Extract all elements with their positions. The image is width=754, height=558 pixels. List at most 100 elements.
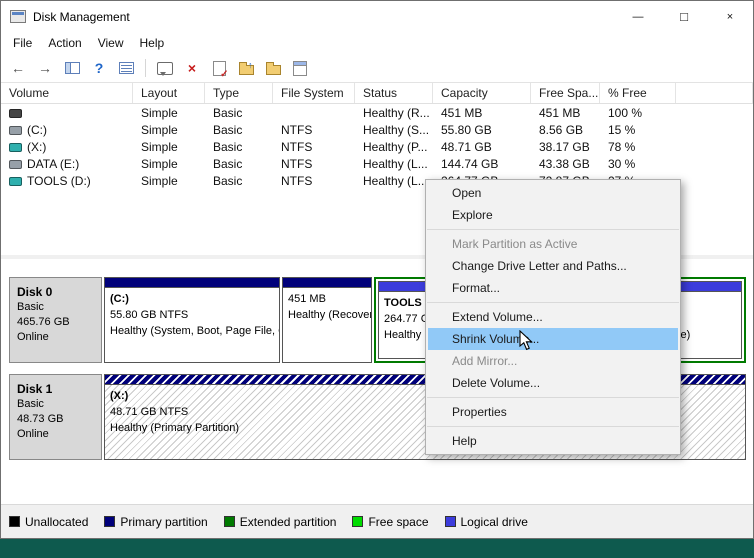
disk-name: Disk 1 xyxy=(17,382,94,397)
back-button[interactable]: ← xyxy=(6,56,30,80)
column-header-filler xyxy=(676,83,753,103)
toolbar: ← →? × xyxy=(1,54,753,83)
menu-action[interactable]: Action xyxy=(40,33,89,53)
context-menu-item-mark-partition-as-active[interactable]: Mark Partition as Active xyxy=(426,233,680,255)
disk-info-line: Basic xyxy=(17,397,94,412)
cell-capacity: 451 MB xyxy=(433,106,531,120)
column-header-capacity[interactable]: Capacity xyxy=(433,83,531,103)
menu-bar: FileActionViewHelp xyxy=(1,32,753,54)
context-menu-item-shrink-volume[interactable]: Shrink Volume... xyxy=(428,328,678,350)
context-menu-item-delete-volume[interactable]: Delete Volume... xyxy=(426,372,680,394)
volume-list-header: VolumeLayoutTypeFile SystemStatusCapacit… xyxy=(1,83,753,104)
help-button[interactable]: ? xyxy=(87,56,111,80)
context-menu-item-help[interactable]: Help xyxy=(426,430,680,452)
column-header-file-system[interactable]: File System xyxy=(273,83,355,103)
open-folder-button[interactable] xyxy=(234,56,258,80)
cell-capacity: 55.80 GB xyxy=(433,123,531,137)
context-menu-item-extend-volume[interactable]: Extend Volume... xyxy=(426,306,680,328)
disk-1-header[interactable]: Disk 1Basic48.73 GBOnline xyxy=(9,374,102,460)
column-header-status[interactable]: Status xyxy=(355,83,433,103)
maximize-button[interactable]: □ xyxy=(661,1,707,32)
volume-row-x[interactable]: (X:)SimpleBasicNTFSHealthy (P...48.71 GB… xyxy=(1,138,753,155)
explore-button[interactable] xyxy=(261,56,285,80)
fields-icon xyxy=(293,61,307,76)
legend-swatch xyxy=(9,516,20,527)
context-menu: OpenExplore Mark Partition as ActiveChang… xyxy=(425,179,681,455)
menu-separator xyxy=(427,426,679,427)
column-header-free[interactable]: % Free xyxy=(600,83,676,103)
cell-status: Healthy (L... xyxy=(355,174,433,188)
caption-buttons: — □ × xyxy=(615,1,753,32)
column-header-volume[interactable]: Volume xyxy=(1,83,133,103)
column-header-free-spa[interactable]: Free Spa... xyxy=(531,83,600,103)
cell-status: Healthy (P... xyxy=(355,140,433,154)
volume-icon xyxy=(9,177,22,186)
partition-text-line: (C:) xyxy=(110,291,274,307)
cell-free_space: 43.38 GB xyxy=(531,157,600,171)
volume-row-c[interactable]: (C:)SimpleBasicNTFSHealthy (S...55.80 GB… xyxy=(1,121,753,138)
cell-type: Basic xyxy=(205,123,273,137)
disk-0-header[interactable]: Disk 0Basic465.76 GBOnline xyxy=(9,277,102,363)
close-button[interactable]: × xyxy=(707,1,753,32)
cell-pct_free: 100 % xyxy=(600,106,676,120)
menu-help[interactable]: Help xyxy=(132,33,173,53)
toolbar-separator xyxy=(145,59,146,77)
delete-volume-button[interactable]: × xyxy=(180,56,204,80)
cell-pct_free: 15 % xyxy=(600,123,676,137)
partition-label: 451 MBHealthy (Recovery Partition) xyxy=(283,288,371,326)
partition-text-line: Healthy (System, Boot, Page File, Crash … xyxy=(110,323,274,339)
legend-unallocated: Unallocated xyxy=(9,515,88,529)
action-pane-icon xyxy=(157,62,173,75)
volume-icon xyxy=(9,109,22,118)
menu-separator xyxy=(427,397,679,398)
cell-file_system: NTFS xyxy=(273,140,355,154)
volume-row-unnamed[interactable]: SimpleBasicHealthy (R...451 MB451 MB100 … xyxy=(1,104,753,121)
console-tree-icon xyxy=(65,62,80,74)
cell-layout: Simple xyxy=(133,106,205,120)
legend-label: Unallocated xyxy=(25,515,88,529)
volume-rows: SimpleBasicHealthy (R...451 MB451 MB100 … xyxy=(1,104,753,189)
cell-file_system: NTFS xyxy=(273,123,355,137)
context-menu-item-open[interactable]: Open xyxy=(426,182,680,204)
cell-layout: Simple xyxy=(133,123,205,137)
context-menu-item-add-mirror[interactable]: Add Mirror... xyxy=(426,350,680,372)
disk-info-line: Online xyxy=(17,330,94,345)
volume-icon xyxy=(9,160,22,169)
column-header-type[interactable]: Type xyxy=(205,83,273,103)
minimize-button[interactable]: — xyxy=(615,1,661,32)
column-header-layout[interactable]: Layout xyxy=(133,83,205,103)
cell-volume: TOOLS (D:) xyxy=(1,174,133,188)
show-list-button[interactable] xyxy=(114,56,138,80)
partition-451-mb[interactable]: 451 MBHealthy (Recovery Partition) xyxy=(282,277,372,363)
menu-file[interactable]: File xyxy=(5,33,40,53)
legend-swatch xyxy=(445,516,456,527)
volume-row-data-e[interactable]: DATA (E:)SimpleBasicNTFSHealthy (L...144… xyxy=(1,155,753,172)
partition-text-line: Healthy (Recovery Partition) xyxy=(288,307,366,323)
title-bar[interactable]: Disk Management — □ × xyxy=(1,1,753,32)
disk-info-line: 48.73 GB xyxy=(17,412,94,427)
console-tree-button[interactable] xyxy=(60,56,84,80)
menu-separator xyxy=(427,302,679,303)
partition-label: (C:)55.80 GB NTFSHealthy (System, Boot, … xyxy=(105,288,279,342)
context-menu-item-properties[interactable]: Properties xyxy=(426,401,680,423)
disk-management-app-icon xyxy=(10,10,26,23)
show-list-icon xyxy=(119,62,134,74)
forward-button[interactable]: → xyxy=(33,56,57,80)
cell-file_system: NTFS xyxy=(273,157,355,171)
cell-capacity: 144.74 GB xyxy=(433,157,531,171)
partition-color-bar xyxy=(105,278,279,288)
desktop: Disk Management — □ × FileActionViewHelp… xyxy=(0,0,754,558)
legend-label: Extended partition xyxy=(240,515,337,529)
action-pane-button[interactable] xyxy=(153,56,177,80)
context-menu-item-format[interactable]: Format... xyxy=(426,277,680,299)
partition-c[interactable]: (C:)55.80 GB NTFSHealthy (System, Boot, … xyxy=(104,277,280,363)
partition-text-line: 451 MB xyxy=(288,291,366,307)
cell-status: Healthy (R... xyxy=(355,106,433,120)
open-folder-icon xyxy=(239,65,254,75)
context-menu-item-change-drive-letter-and-paths[interactable]: Change Drive Letter and Paths... xyxy=(426,255,680,277)
fields-button[interactable] xyxy=(288,56,312,80)
properties-button[interactable] xyxy=(207,56,231,80)
context-menu-item-explore[interactable]: Explore xyxy=(426,204,680,226)
menu-view[interactable]: View xyxy=(90,33,132,53)
forward-icon: → xyxy=(38,61,52,75)
